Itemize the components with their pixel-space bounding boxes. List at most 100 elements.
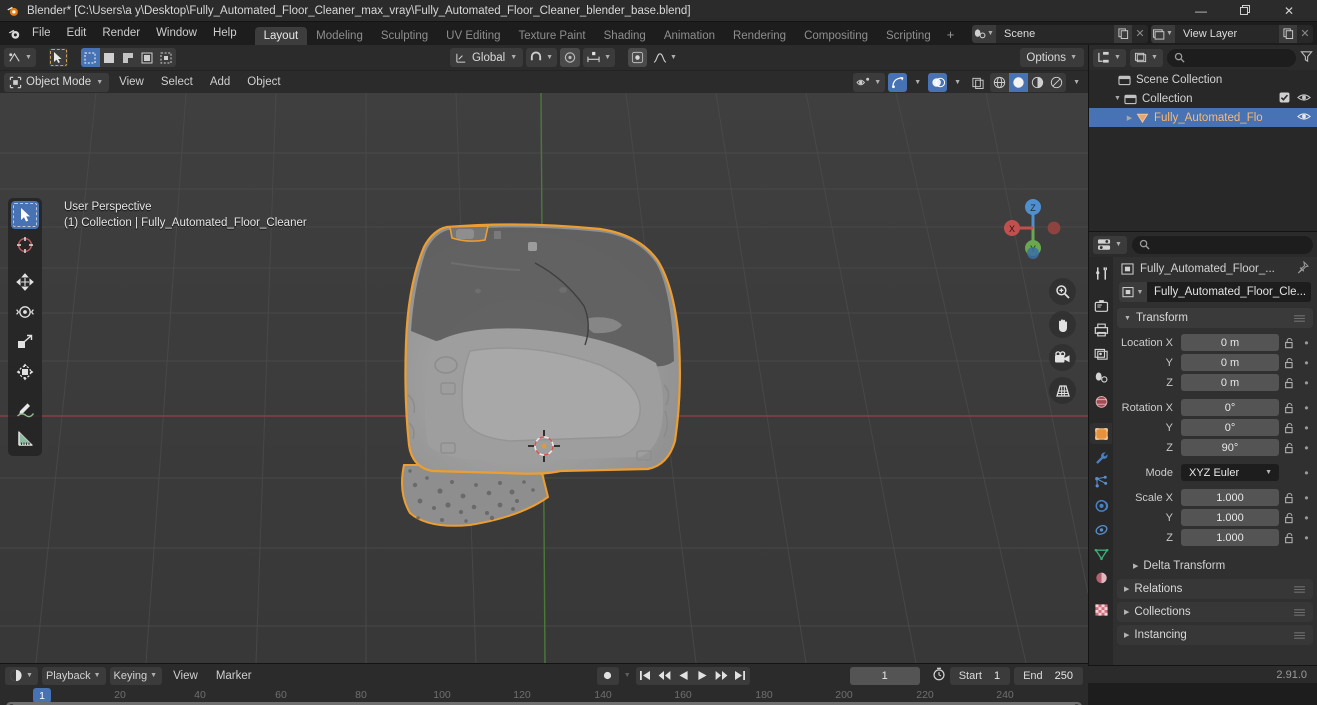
tab-data[interactable] [1090, 543, 1112, 564]
animate-property-dot[interactable]: • [1300, 492, 1313, 504]
minimize-button[interactable]: — [1179, 0, 1223, 22]
select-intersect-icon[interactable] [157, 48, 176, 67]
object-mode-selector[interactable]: Object Mode ▼ [4, 73, 109, 92]
properties-editor-type[interactable]: ▼ [1093, 236, 1127, 254]
new-view-layer-icon[interactable] [1279, 25, 1297, 43]
animate-property-dot[interactable]: • [1300, 357, 1313, 369]
tab-scene[interactable] [1090, 367, 1112, 388]
snap-target-button[interactable]: ▼ [583, 48, 615, 67]
keying-menu[interactable]: Keying▼ [110, 667, 163, 685]
rotation-z-value[interactable]: 90° [1181, 439, 1279, 456]
transform-orientation-selector[interactable]: Global ▼ [450, 48, 523, 67]
new-scene-icon[interactable] [1114, 25, 1132, 43]
viewport-menu-object[interactable]: Object [240, 73, 287, 92]
tool-scale[interactable] [11, 328, 39, 356]
object-name-field[interactable]: ▼ Fully_Automated_Floor_Cle... [1119, 282, 1311, 302]
lock-icon[interactable] [1283, 492, 1296, 504]
remove-view-layer-icon[interactable]: ✕ [1297, 25, 1313, 43]
rotation-y-value[interactable]: 0° [1181, 419, 1279, 436]
start-frame-field[interactable]: Start 1 [950, 667, 1010, 685]
workspace-tab-rendering[interactable]: Rendering [724, 27, 795, 45]
select-set-icon[interactable] [81, 48, 100, 67]
shading-wireframe-icon[interactable] [990, 73, 1009, 92]
jump-to-start-button[interactable] [636, 667, 655, 685]
select-extend-icon[interactable] [100, 48, 119, 67]
lock-icon[interactable] [1283, 337, 1296, 349]
tool-move[interactable] [11, 268, 39, 296]
rotation-mode-value[interactable]: XYZ Euler ▼ [1181, 464, 1279, 481]
viewport-options-button[interactable]: Options ▼ [1020, 48, 1084, 67]
tool-rotate[interactable] [11, 298, 39, 326]
auto-keying-button[interactable] [597, 667, 619, 685]
previous-keyframe-button[interactable] [655, 667, 674, 685]
panel-instancing[interactable]: ▶ Instancing [1117, 625, 1313, 645]
shading-mode-group[interactable] [990, 73, 1066, 92]
animate-property-dot[interactable]: • [1300, 337, 1313, 349]
collection-visibility-icon[interactable] [1297, 92, 1311, 106]
expand-arrow[interactable]: ▼ [1111, 95, 1124, 102]
object-visibility-icon[interactable] [1297, 111, 1311, 125]
tab-tool[interactable] [1090, 263, 1112, 284]
scene-name[interactable]: Scene [996, 25, 1114, 43]
lock-icon[interactable] [1283, 512, 1296, 524]
viewport-menu-select[interactable]: Select [154, 73, 200, 92]
workspace-tab-shading[interactable]: Shading [595, 27, 655, 45]
properties-search-input[interactable] [1132, 236, 1313, 254]
outliner-filter-icon[interactable] [1300, 50, 1313, 66]
gizmo-dropdown[interactable]: ▼ [910, 73, 925, 92]
gizmo-toggle-button[interactable] [888, 73, 907, 92]
tool-measure[interactable] [11, 425, 39, 453]
unlink-scene-icon[interactable]: ✕ [1132, 25, 1148, 43]
tab-constraints[interactable] [1090, 519, 1112, 540]
tab-object[interactable] [1090, 423, 1112, 444]
visibility-selector[interactable]: ▼ [853, 73, 885, 92]
snap-during-transform-button[interactable]: ▼ [526, 48, 557, 67]
outliner-editor-type[interactable]: ▼ [1093, 49, 1126, 67]
panel-relations[interactable]: ▶ Relations [1117, 579, 1313, 599]
animate-property-dot[interactable]: • [1300, 467, 1313, 479]
maximize-button[interactable] [1223, 0, 1267, 22]
collection-checkbox[interactable] [1279, 92, 1290, 106]
tool-select-box-header-icon[interactable] [49, 48, 68, 67]
workspace-tab-layout[interactable]: Layout [255, 27, 308, 45]
tab-render[interactable] [1090, 295, 1112, 316]
menu-file[interactable]: File [24, 22, 59, 45]
menu-edit[interactable]: Edit [59, 22, 95, 45]
view-layer-name[interactable]: View Layer [1175, 25, 1279, 43]
lock-icon[interactable] [1283, 422, 1296, 434]
animate-property-dot[interactable]: • [1300, 442, 1313, 454]
workspace-tab-sculpting[interactable]: Sculpting [372, 27, 437, 45]
animate-property-dot[interactable]: • [1300, 402, 1313, 414]
tool-cursor[interactable] [11, 231, 39, 259]
tab-output[interactable] [1090, 319, 1112, 340]
tab-texture[interactable] [1090, 599, 1112, 620]
viewport-menu-add[interactable]: Add [203, 73, 237, 92]
blender-menu-icon[interactable] [4, 22, 24, 45]
view-layer-icon[interactable]: ▼ [1151, 25, 1175, 43]
overlays-toggle-button[interactable] [928, 73, 947, 92]
timeline-menu-marker[interactable]: Marker [209, 670, 259, 682]
lock-icon[interactable] [1283, 377, 1296, 389]
scale-z-value[interactable]: 1.000 [1181, 529, 1279, 546]
tab-world[interactable] [1090, 391, 1112, 412]
select-invert-icon[interactable] [138, 48, 157, 67]
timeline-editor-type[interactable]: ▼ [5, 667, 38, 685]
3d-viewport[interactable]: User Perspective (1) Collection | Fully_… [0, 93, 1088, 663]
animate-property-dot[interactable]: • [1300, 532, 1313, 544]
workspace-tab-modeling[interactable]: Modeling [307, 27, 372, 45]
workspace-tab-scripting[interactable]: Scripting [877, 27, 940, 45]
expand-arrow[interactable]: ▶ [1123, 114, 1136, 122]
workspace-tab-uv-editing[interactable]: UV Editing [437, 27, 509, 45]
rotation-x-value[interactable]: 0° [1181, 399, 1279, 416]
pan-button[interactable] [1049, 311, 1076, 338]
tab-modifiers[interactable] [1090, 447, 1112, 468]
zoom-button[interactable] [1049, 278, 1076, 305]
workspace-tab-animation[interactable]: Animation [655, 27, 724, 45]
tab-material[interactable] [1090, 567, 1112, 588]
tab-view-layer[interactable] [1090, 343, 1112, 364]
play-reverse-button[interactable] [674, 667, 693, 685]
play-button[interactable] [693, 667, 712, 685]
lock-icon[interactable] [1283, 532, 1296, 544]
location-y-value[interactable]: 0 m [1181, 354, 1279, 371]
tab-particles[interactable] [1090, 471, 1112, 492]
